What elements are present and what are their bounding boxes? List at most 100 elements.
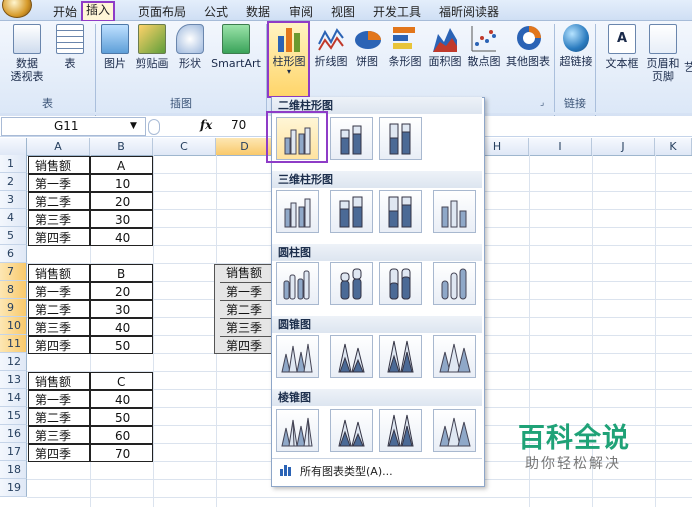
- table-cell[interactable]: 50: [90, 336, 153, 354]
- table-cell[interactable]: 第一季: [28, 174, 90, 192]
- table-cell[interactable]: 第一季: [28, 390, 90, 408]
- table-cell[interactable]: 50: [90, 408, 153, 426]
- table-cell[interactable]: 40: [90, 390, 153, 408]
- row-header[interactable]: 7: [0, 263, 27, 281]
- hyperlink-button[interactable]: 超链接: [557, 24, 595, 68]
- clustered-cylinder-option[interactable]: [276, 262, 319, 305]
- table-cell[interactable]: 60: [90, 426, 153, 444]
- other-charts-button[interactable]: 其他图表: [503, 24, 553, 68]
- table-cell[interactable]: 第四季: [28, 444, 90, 462]
- column-header-j[interactable]: J: [592, 138, 655, 155]
- column-header-b[interactable]: B: [90, 138, 153, 155]
- row-header[interactable]: 10: [0, 317, 27, 335]
- table-cell[interactable]: 第四季: [220, 336, 272, 354]
- table-cell[interactable]: 30: [90, 300, 153, 318]
- table-cell[interactable]: 销售额: [28, 156, 90, 174]
- row-header[interactable]: 15: [0, 407, 27, 425]
- scatter-chart-button[interactable]: 散点图: [464, 24, 504, 68]
- 3d-cone-option[interactable]: [433, 335, 476, 378]
- table-cell[interactable]: 第一季: [220, 282, 272, 300]
- 3d-percent-stacked-column-option[interactable]: [379, 190, 422, 233]
- row-header[interactable]: 9: [0, 299, 27, 317]
- table-cell[interactable]: 20: [90, 192, 153, 210]
- area-chart-button[interactable]: 面积图: [425, 24, 465, 68]
- stacked-pyramid-option[interactable]: [330, 409, 373, 452]
- row-header[interactable]: 13: [0, 371, 27, 389]
- stacked-column-option[interactable]: [330, 117, 373, 160]
- row-header[interactable]: 4: [0, 209, 27, 227]
- pie-chart-button[interactable]: 饼图: [352, 24, 382, 68]
- insert-function-icon[interactable]: fx: [200, 118, 212, 132]
- percent-stacked-pyramid-option[interactable]: [379, 409, 422, 452]
- 3d-pyramid-option[interactable]: [433, 409, 476, 452]
- row-header[interactable]: 16: [0, 425, 27, 443]
- stacked-cylinder-option[interactable]: [330, 262, 373, 305]
- table-cell[interactable]: 40: [90, 318, 153, 336]
- table-cell[interactable]: 第二季: [220, 300, 272, 318]
- table-cell[interactable]: 第一季: [28, 282, 90, 300]
- table-cell[interactable]: 20: [90, 282, 153, 300]
- table-cell[interactable]: 10: [90, 174, 153, 192]
- row-header[interactable]: 18: [0, 461, 27, 479]
- column-header-a[interactable]: A: [27, 138, 90, 155]
- row-header[interactable]: 3: [0, 191, 27, 209]
- picture-button[interactable]: 图片: [99, 24, 131, 70]
- charts-dialog-launcher-icon[interactable]: ⌟: [540, 98, 544, 108]
- clip-art-button[interactable]: 剪贴画: [133, 24, 171, 70]
- formula-input[interactable]: 70: [231, 118, 246, 132]
- bar-chart-button[interactable]: 条形图: [385, 24, 425, 68]
- table-cell[interactable]: A: [90, 156, 153, 174]
- row-header[interactable]: 17: [0, 443, 27, 461]
- row-header[interactable]: 12: [0, 353, 27, 371]
- table-cell[interactable]: 第二季: [28, 192, 90, 210]
- table-cell[interactable]: 70: [90, 444, 153, 462]
- table-cell[interactable]: 第四季: [28, 228, 90, 246]
- stacked-cone-option[interactable]: [330, 335, 373, 378]
- table-button[interactable]: 表: [54, 24, 86, 70]
- formula-bar-expand-icon[interactable]: [148, 119, 160, 135]
- table-cell[interactable]: 40: [90, 228, 153, 246]
- select-all-corner[interactable]: [0, 138, 27, 155]
- 3d-cylinder-option[interactable]: [433, 262, 476, 305]
- column-header-c[interactable]: C: [153, 138, 216, 155]
- table-cell[interactable]: 第三季: [28, 426, 90, 444]
- tab-view[interactable]: 视图: [331, 3, 355, 20]
- table-cell[interactable]: 第三季: [28, 318, 90, 336]
- column-header-i[interactable]: I: [529, 138, 592, 155]
- row-header[interactable]: 5: [0, 227, 27, 245]
- table-cell[interactable]: 第二季: [28, 408, 90, 426]
- table-cell[interactable]: 销售额: [28, 372, 90, 390]
- table-cell[interactable]: 销售额: [28, 264, 90, 282]
- table-cell[interactable]: 第二季: [28, 300, 90, 318]
- row-header[interactable]: 19: [0, 479, 27, 497]
- row-header[interactable]: 8: [0, 281, 27, 299]
- line-chart-button[interactable]: 折线图: [311, 24, 351, 68]
- percent-stacked-cone-option[interactable]: [379, 335, 422, 378]
- table-cell[interactable]: 30: [90, 210, 153, 228]
- tab-data[interactable]: 数据: [246, 3, 270, 20]
- tab-developer[interactable]: 开发工具: [373, 3, 421, 20]
- table-cell[interactable]: 销售额: [220, 264, 272, 282]
- column-header-k[interactable]: K: [655, 138, 692, 155]
- header-footer-button[interactable]: 页眉和 页脚: [643, 24, 683, 83]
- smartart-button[interactable]: SmartArt: [208, 24, 264, 70]
- table-cell[interactable]: 第三季: [220, 318, 272, 336]
- all-chart-types-link[interactable]: 所有图表类型(A)...: [300, 463, 393, 479]
- shapes-button[interactable]: 形状: [175, 24, 205, 70]
- table-cell[interactable]: 第四季: [28, 336, 90, 354]
- table-cell[interactable]: C: [90, 372, 153, 390]
- tab-formulas[interactable]: 公式: [204, 3, 228, 20]
- 3d-stacked-column-option[interactable]: [330, 190, 373, 233]
- percent-stacked-cylinder-option[interactable]: [379, 262, 422, 305]
- row-header[interactable]: 2: [0, 173, 27, 191]
- text-box-button[interactable]: A 文本框: [604, 24, 640, 70]
- tab-home[interactable]: 开始: [53, 3, 77, 20]
- tab-page-layout[interactable]: 页面布局: [138, 3, 186, 20]
- name-box-dropdown-icon[interactable]: ▼: [130, 118, 137, 135]
- name-box[interactable]: G11 ▼: [1, 117, 146, 136]
- row-header[interactable]: 6: [0, 245, 27, 263]
- tab-insert[interactable]: 插入: [81, 1, 116, 22]
- percent-stacked-column-option[interactable]: [379, 117, 422, 160]
- tab-review[interactable]: 审阅: [289, 3, 313, 20]
- tab-foxit-reader[interactable]: 福昕阅读器: [439, 3, 499, 20]
